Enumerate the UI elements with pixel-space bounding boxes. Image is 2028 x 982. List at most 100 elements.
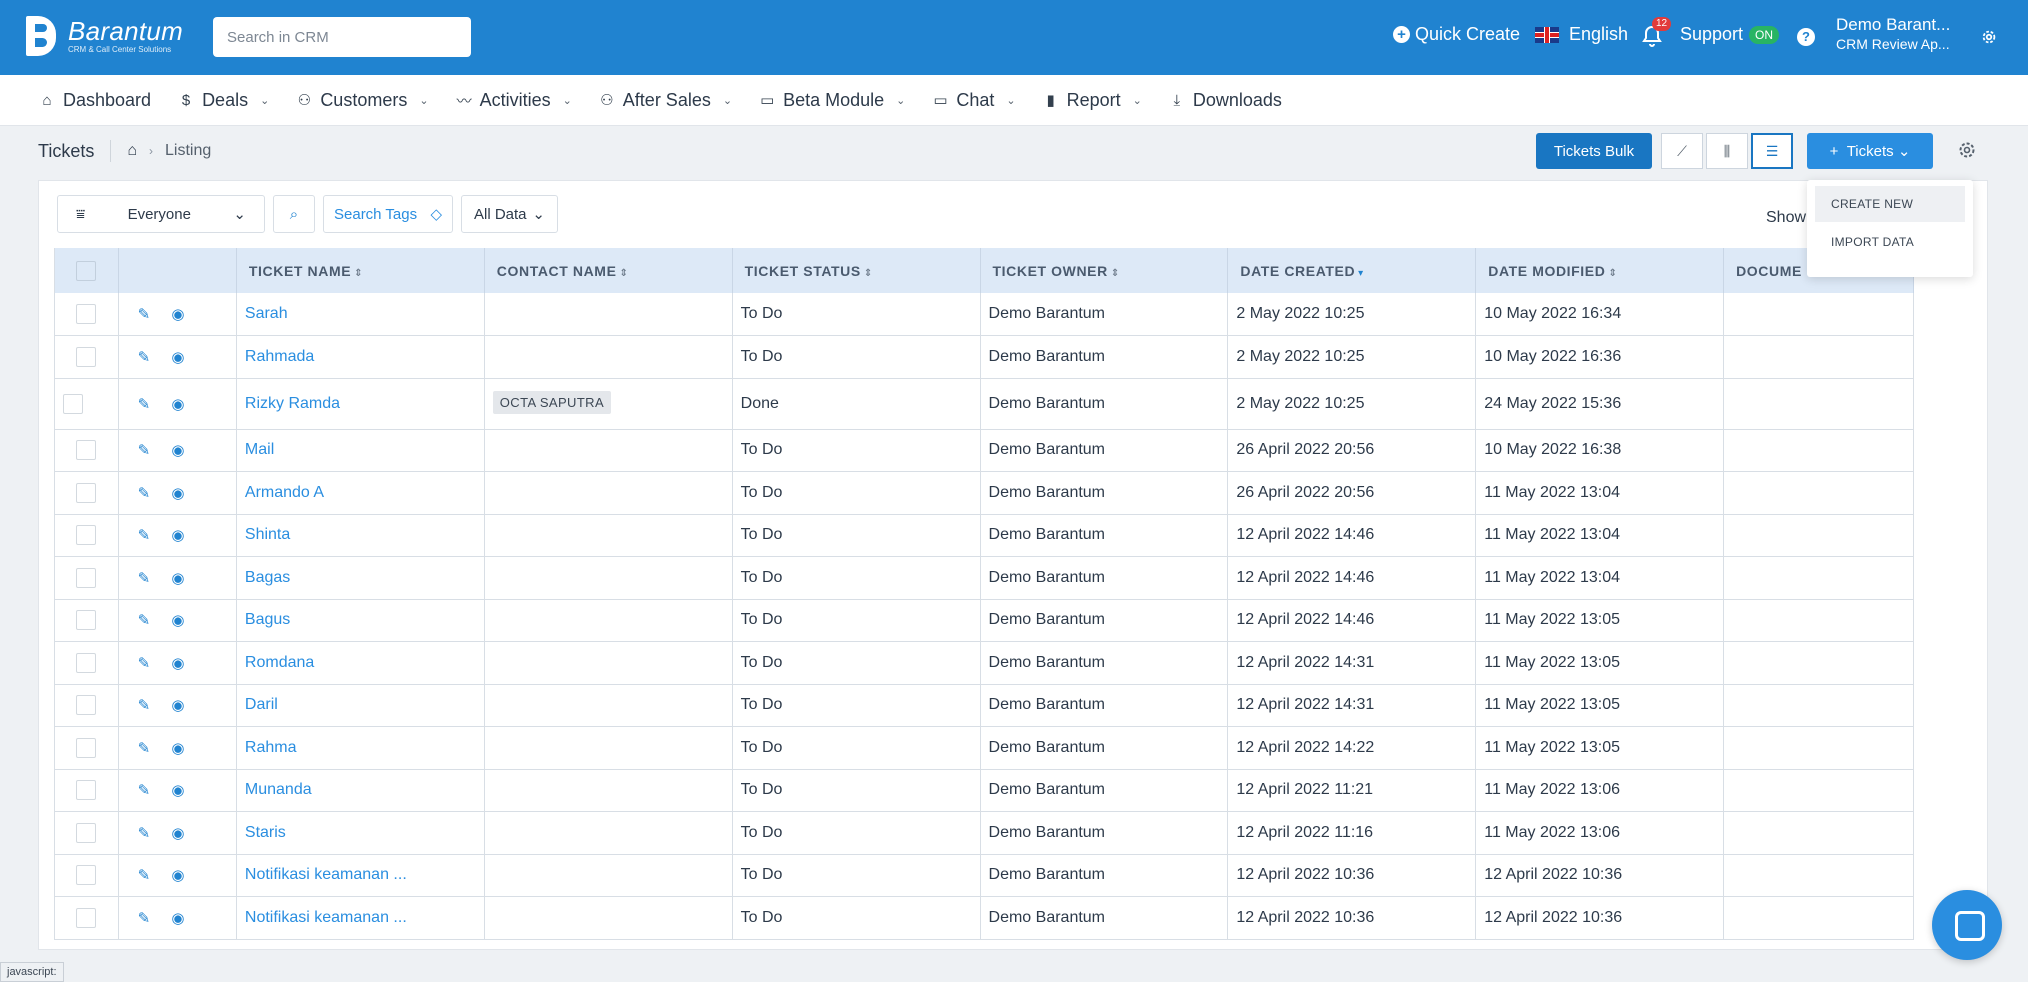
ticket-name-link[interactable]: Daril (236, 684, 485, 727)
column-header[interactable]: DATE CREATED ▾ (1227, 248, 1477, 293)
data-scope-select[interactable]: All Data ⌄ (461, 195, 558, 233)
eye-icon[interactable]: ◉ (161, 866, 195, 884)
column-header[interactable]: TICKET NAME ⇕ (236, 248, 485, 293)
row-checkbox[interactable] (76, 482, 97, 503)
column-header[interactable]: DATE MODIFIED ⇕ (1475, 248, 1725, 293)
language-selector[interactable]: English (1535, 24, 1628, 45)
column-header[interactable]: TICKET STATUS ⇕ (732, 248, 981, 293)
chat-widget-button[interactable] (1932, 890, 2002, 960)
pencil-icon[interactable]: ✎ (127, 395, 161, 413)
search-tags-button[interactable]: Search Tags ◇ (323, 195, 453, 233)
eye-icon[interactable]: ◉ (161, 348, 195, 366)
row-checkbox[interactable] (76, 567, 97, 588)
date-modified-cell: 10 May 2022 16:36 (1475, 335, 1725, 379)
row-checkbox[interactable] (76, 737, 97, 758)
ticket-name-link[interactable]: Armando A (236, 471, 485, 515)
ticket-name-link[interactable]: Sarah (236, 293, 485, 336)
pencil-icon[interactable]: ✎ (127, 348, 161, 366)
ticket-name-link[interactable]: Bagus (236, 599, 485, 642)
eye-icon[interactable]: ◉ (161, 654, 195, 672)
support-toggle[interactable]: Support ON (1680, 24, 1780, 45)
eye-icon[interactable]: ◉ (161, 781, 195, 799)
row-checkbox[interactable] (76, 695, 97, 716)
column-header[interactable]: TICKET OWNER ⇕ (980, 248, 1229, 293)
crm-search-input[interactable] (213, 17, 471, 57)
row-checkbox[interactable] (76, 346, 97, 367)
ticket-name-link[interactable]: Notifikasi keamanan ... (236, 896, 485, 940)
user-menu[interactable]: Demo Barant... CRM Review Ap... (1836, 15, 1950, 53)
nav-beta-module[interactable]: ▭ Beta Module ⌄ (760, 90, 905, 111)
eye-icon[interactable]: ◉ (161, 696, 195, 714)
pencil-icon[interactable]: ✎ (127, 526, 161, 544)
column-header[interactable]: CONTACT NAME ⇕ (484, 248, 733, 293)
search-button[interactable]: ⌕ (273, 195, 315, 233)
eye-icon[interactable]: ◉ (161, 611, 195, 629)
ticket-name-link[interactable]: Notifikasi keamanan ... (236, 854, 485, 897)
pencil-icon[interactable]: ✎ (127, 909, 161, 927)
eye-icon[interactable]: ◉ (161, 441, 195, 459)
eye-icon[interactable]: ◉ (161, 484, 195, 502)
nav-deals[interactable]: $ Deals ⌄ (179, 90, 269, 111)
nav-dashboard[interactable]: ⌂ Dashboard (40, 90, 151, 111)
tickets-bulk-button[interactable]: Tickets Bulk (1536, 133, 1652, 169)
owner-filter-select[interactable]: ⩸ Everyone ⌄ (57, 195, 265, 233)
import-data-menu-item[interactable]: IMPORT DATA (1807, 224, 1973, 260)
row-checkbox[interactable] (76, 440, 97, 461)
eye-icon[interactable]: ◉ (161, 395, 195, 413)
row-checkbox[interactable] (76, 865, 97, 886)
pencil-icon[interactable]: ✎ (127, 696, 161, 714)
row-checkbox[interactable] (76, 304, 97, 324)
eye-icon[interactable]: ◉ (161, 909, 195, 927)
ticket-name-link[interactable]: Mail (236, 429, 485, 472)
nav-activities[interactable]: 〰 Activities ⌄ (457, 90, 572, 111)
list-view-button[interactable]: ☰ (1751, 133, 1793, 169)
gear-icon[interactable] (1980, 28, 1998, 46)
kanban-view-button[interactable]: ⫼ (1706, 133, 1748, 169)
create-new-menu-item[interactable]: CREATE NEW (1815, 186, 1965, 222)
pencil-icon[interactable]: ✎ (127, 611, 161, 629)
row-checkbox[interactable] (63, 393, 83, 414)
home-icon[interactable]: ⌂ (127, 142, 137, 160)
row-checkbox[interactable] (76, 610, 97, 631)
ticket-name-link[interactable]: Rahma (236, 726, 485, 770)
pencil-icon[interactable]: ✎ (127, 781, 161, 799)
chart-view-button[interactable]: ⟋ (1661, 133, 1703, 169)
ticket-name-link[interactable]: Munanda (236, 769, 485, 812)
ticket-name-link[interactable]: Shinta (236, 514, 485, 557)
settings-gear-icon[interactable] (1957, 140, 1977, 160)
help-icon[interactable]: ? (1797, 28, 1815, 46)
pencil-icon[interactable]: ✎ (127, 824, 161, 842)
pencil-icon[interactable]: ✎ (127, 739, 161, 757)
nav-customers[interactable]: ⚇ Customers ⌄ (297, 90, 429, 111)
nav-report[interactable]: ▮ Report ⌄ (1044, 90, 1141, 111)
ticket-name-link[interactable]: Bagas (236, 556, 485, 600)
pencil-icon[interactable]: ✎ (127, 654, 161, 672)
pencil-icon[interactable]: ✎ (127, 484, 161, 502)
eye-icon[interactable]: ◉ (161, 526, 195, 544)
pencil-icon[interactable]: ✎ (127, 569, 161, 587)
ticket-name-link[interactable]: Rizky Ramda (236, 378, 485, 430)
row-checkbox[interactable] (76, 907, 97, 928)
nav-chat[interactable]: ▭ Chat ⌄ (933, 90, 1015, 111)
row-checkbox[interactable] (76, 780, 97, 801)
row-checkbox[interactable] (76, 525, 97, 546)
ticket-name-link[interactable]: Rahmada (236, 335, 485, 379)
quick-create-button[interactable]: + Quick Create (1393, 24, 1520, 45)
nav-downloads[interactable]: ⤓ Downloads (1170, 90, 1282, 111)
pencil-icon[interactable]: ✎ (127, 866, 161, 884)
nav-after-sales[interactable]: ⚇ After Sales ⌄ (600, 90, 732, 111)
select-all-checkbox[interactable] (76, 260, 97, 281)
eye-icon[interactable]: ◉ (161, 569, 195, 587)
eye-icon[interactable]: ◉ (161, 824, 195, 842)
pencil-icon[interactable]: ✎ (127, 305, 161, 323)
contact-tag[interactable]: OCTA SAPUTRA (492, 390, 612, 414)
brand-logo[interactable]: Barantum CRM & Call Center Solutions (22, 14, 183, 58)
ticket-name-link[interactable]: Staris (236, 811, 485, 855)
row-checkbox[interactable] (76, 822, 97, 843)
row-checkbox[interactable] (76, 652, 97, 673)
tickets-add-dropdown[interactable]: + Tickets ⌄ (1807, 133, 1933, 169)
pencil-icon[interactable]: ✎ (127, 441, 161, 459)
eye-icon[interactable]: ◉ (161, 305, 195, 323)
ticket-name-link[interactable]: Romdana (236, 641, 485, 685)
eye-icon[interactable]: ◉ (161, 739, 195, 757)
